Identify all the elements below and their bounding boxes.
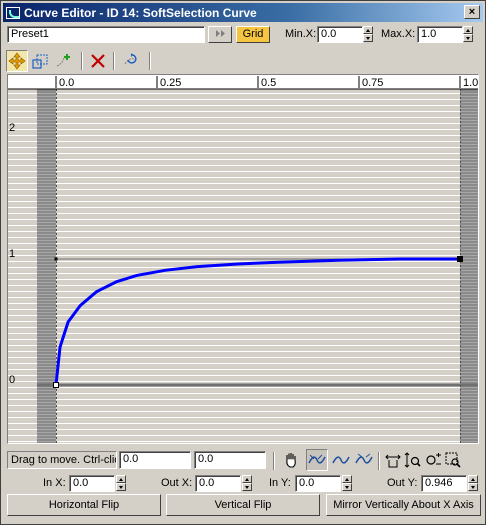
curve-editor-window: Curve Editor - ID 14: SoftSelection Curv…: [0, 0, 486, 525]
inx-spinner[interactable]: [116, 475, 126, 491]
vertical-flip-button[interactable]: Vertical Flip: [166, 494, 320, 516]
curve-editor-icon: [6, 6, 20, 19]
zoom-extents-button[interactable]: [306, 449, 328, 471]
horizontal-arrows-icon: [385, 454, 401, 468]
reset-icon: [124, 53, 137, 65]
minx-input[interactable]: 0.0: [317, 26, 363, 43]
preset-field[interactable]: Preset1: [7, 26, 205, 43]
x-ruler: [8, 75, 478, 89]
minx-spinner[interactable]: [363, 26, 373, 42]
title-bar[interactable]: Curve Editor - ID 14: SoftSelection Curv…: [3, 3, 483, 22]
iny-label: In Y:: [269, 477, 291, 489]
y-axis-label: 2: [9, 122, 15, 134]
outx-spinner[interactable]: [242, 475, 252, 491]
left-limit-band: [37, 89, 56, 443]
iny-spinner[interactable]: [342, 475, 352, 491]
zoom-region-button[interactable]: [442, 449, 464, 471]
delete-icon: [91, 54, 105, 68]
move-tool-button[interactable]: [6, 50, 28, 72]
zoom-horizontal-button[interactable]: [330, 449, 352, 471]
double-chevron-right-icon: [216, 30, 225, 37]
zoom-value-icon: [426, 453, 441, 465]
toolbar-separator: [113, 52, 115, 70]
outx-label: Out X:: [161, 477, 193, 489]
move-icon: [8, 52, 26, 70]
reset-curve-button[interactable]: [120, 50, 142, 72]
maxx-spinner[interactable]: [463, 26, 473, 42]
close-button[interactable]: ×: [464, 5, 480, 19]
zoom-region-icon: [445, 452, 461, 468]
maxx-input[interactable]: 1.0: [417, 26, 463, 43]
scale-icon: [32, 54, 48, 69]
zoom-magnifier-icon: [404, 452, 421, 468]
add-point-icon: [56, 54, 70, 67]
grid-toggle-button[interactable]: Grid: [236, 26, 270, 43]
outy-spinner[interactable]: [468, 475, 478, 491]
pan-horizontal-button[interactable]: [382, 449, 404, 471]
preset-arrow-button[interactable]: [208, 26, 232, 43]
y-axis-label: 1: [9, 248, 15, 260]
outy-input[interactable]: 0.946: [421, 475, 467, 492]
status-separator: [273, 452, 275, 470]
minx-label: Min.X:: [285, 28, 317, 40]
curve-end-point[interactable]: [457, 256, 463, 262]
window-title: Curve Editor - ID 14: SoftSelection Curv…: [24, 5, 257, 20]
ruler-tick-label: 1.0: [463, 77, 478, 89]
outx-input[interactable]: 0.0: [195, 475, 241, 492]
hand-pan-icon: [286, 453, 296, 468]
ruler-tick-label: 0.75: [362, 77, 383, 89]
ruler-tick-label: 0.5: [261, 77, 276, 89]
ruler-tick-label: 0.0: [59, 77, 74, 89]
horizontal-flip-button[interactable]: Horizontal Flip: [7, 494, 161, 516]
status-y-field[interactable]: 0.0: [194, 451, 266, 469]
zoom-vertical-button[interactable]: [353, 449, 375, 471]
curve-graph[interactable]: 0.0 0.25 0.5 0.75 1.0 2 1 0: [7, 74, 479, 444]
toolbar-separator: [81, 52, 83, 70]
curve-zoom-extents-icon: [308, 454, 326, 464]
outy-label: Out Y:: [387, 477, 418, 489]
inx-input[interactable]: 0.0: [69, 475, 115, 492]
curve-zoom-horizontal-icon: [332, 456, 350, 464]
status-x-field[interactable]: 0.0: [119, 451, 191, 469]
delete-point-button[interactable]: [87, 50, 109, 72]
status-separator: [378, 452, 380, 470]
ruler-tick-label: 0.25: [160, 77, 181, 89]
mirror-vertically-button[interactable]: Mirror Vertically About X Axis: [326, 494, 481, 516]
curve-start-point[interactable]: [53, 382, 59, 388]
maxx-label: Max.X:: [381, 28, 416, 40]
add-point-button[interactable]: [53, 50, 75, 72]
iny-input[interactable]: 0.0: [295, 475, 341, 492]
zoom-value-button[interactable]: [422, 449, 444, 471]
curve-graph-canvas[interactable]: 0.0 0.25 0.5 0.75 1.0 2 1 0: [8, 75, 478, 443]
status-hint: Drag to move. Ctrl-clic: [7, 451, 117, 469]
y-axis-label: 0: [9, 374, 15, 386]
scale-tool-button[interactable]: [29, 50, 51, 72]
pan-button[interactable]: [280, 449, 302, 471]
zoom-button[interactable]: [402, 449, 424, 471]
curve-tangent-handle[interactable]: [54, 257, 58, 261]
right-limit-band: [460, 89, 478, 443]
toolbar-separator: [149, 52, 151, 70]
inx-label: In X:: [43, 477, 66, 489]
curve-zoom-vertical-icon: [355, 453, 373, 464]
